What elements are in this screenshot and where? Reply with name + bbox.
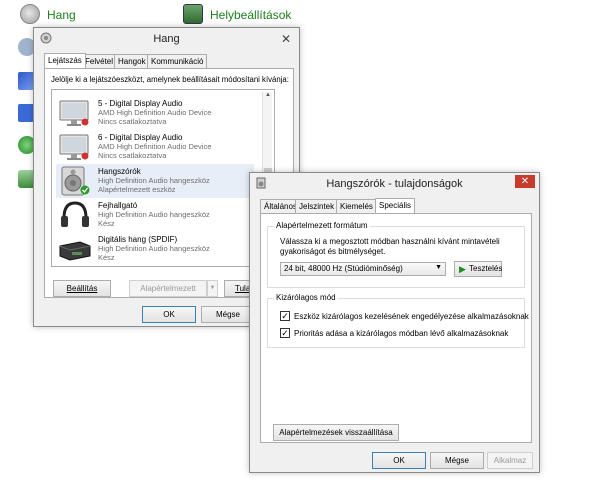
default-format-group: Alapértelmezett formátum Válassza ki a m… [267,221,525,288]
speaker-properties-dialog: Hangszórók - tulajdonságok ✕ Általános J… [249,172,540,473]
device-status: Alapértelmezett eszköz [98,185,176,194]
headphones-icon [61,201,89,227]
flag-icon[interactable] [18,72,34,90]
device-name: Fejhallgató [98,201,138,210]
region-icon[interactable] [183,4,203,24]
tab-enhancements[interactable]: Kiemelés [336,199,377,213]
properties-tabs: Általános Jelszintek Kiemelés Speciális [260,198,530,213]
device-row[interactable]: 5 - Digital Display Audio AMD High Defin… [56,96,254,130]
tab-recording[interactable]: Felvétel [81,54,118,68]
sound-tabs: Lejátszás Felvétel Hangok Kommunikáció [44,53,294,68]
sound-icon[interactable] [20,4,40,24]
device-driver: High Definition Audio hangeszköz [98,176,210,185]
exclusive-mode-legend: Kizárólagos mód [274,293,338,302]
configure-button[interactable]: Beállítás [53,280,111,297]
restore-defaults-button[interactable]: Alapértelmezések visszaállítása [273,424,399,441]
device-status: Nincs csatlakoztatva [98,117,167,126]
exclusive-control-checkbox[interactable]: ✓ [280,311,290,321]
monitor-icon [59,134,89,160]
exclusive-mode-group: Kizárólagos mód ✓ Eszköz kizárólagos kez… [267,293,529,348]
play-icon: ▶ [459,264,466,274]
device-driver: High Definition Audio hangeszköz [98,244,210,253]
tab-levels[interactable]: Jelszintek [295,199,339,213]
device-name: Digitális hang (SPDIF) [98,235,178,244]
exclusive-priority-checkbox[interactable]: ✓ [280,328,290,338]
tab-sounds[interactable]: Hangok [114,54,150,68]
instruction-text: Jelölje ki a lejátszóeszközt, amelynek b… [51,75,289,84]
network-icon[interactable] [18,104,34,122]
device-name: Hangszórók [98,167,141,176]
scroll-up-arrow-icon[interactable]: ▲ [263,92,273,100]
device-name: 6 - Digital Display Audio [98,133,183,142]
sound-dialog-titlebar[interactable]: Hang ✕ [34,28,299,50]
device-row[interactable]: Digitális hang (SPDIF) High Definition A… [56,232,254,266]
sound-dialog-title: Hang [153,33,180,45]
test-button-label: Tesztelés [469,264,503,273]
cancel-button[interactable]: Mégse [430,452,484,469]
advanced-panel: Alapértelmezett formátum Válassza ki a m… [260,213,532,443]
device-row[interactable]: Hangszórók High Definition Audio hangesz… [56,164,254,198]
properties-titlebar[interactable]: Hangszórók - tulajdonságok ✕ [250,173,539,195]
exclusive-priority-label: Prioritás adása a kizárólagos módban lév… [294,329,509,338]
close-button[interactable]: ✕ [515,175,535,188]
set-default-dropdown[interactable]: ▼ [207,280,218,297]
monitor-icon [59,100,89,126]
tab-advanced[interactable]: Speciális [375,198,416,213]
default-format-description: Válassza ki a megosztott módban használn… [280,237,500,256]
properties-dialog-title: Hangszórók - tulajdonságok [326,178,463,190]
device-row[interactable]: Fejhallgató High Definition Audio hanges… [56,198,254,232]
sample-rate-select[interactable]: 24 bit, 48000 Hz (Stúdióminőség) ▼ [280,262,446,276]
default-format-legend: Alapértelmezett formátum [274,221,370,230]
tab-communication[interactable]: Kommunikáció [147,54,208,68]
ok-button[interactable]: OK [372,452,426,469]
set-default-button[interactable]: Alapértelmezett [129,280,207,297]
device-list[interactable]: 5 - Digital Display Audio AMD High Defin… [51,89,275,267]
device-row[interactable]: 6 - Digital Display Audio AMD High Defin… [56,130,254,164]
sample-rate-value: 24 bit, 48000 Hz (Stúdióminőség) [284,264,403,273]
link-hang[interactable]: Hang [47,8,76,22]
tab-playback[interactable]: Lejátszás [44,53,86,68]
speaker-icon [61,166,90,196]
device-driver: AMD High Definition Audio Device [98,142,212,151]
chevron-down-icon: ▼ [435,264,442,271]
ok-button[interactable]: OK [142,306,196,323]
test-button[interactable]: ▶ Tesztelés [454,261,502,277]
link-region[interactable]: Helybeállítások [210,8,291,22]
device-driver: AMD High Definition Audio Device [98,108,212,117]
spdif-icon [59,241,91,261]
device-status: Kész [98,219,115,228]
cancel-button[interactable]: Mégse [201,306,255,323]
exclusive-control-label: Eszköz kizárólagos kezelésének engedélye… [294,312,529,321]
device-status: Kész [98,253,115,262]
device-driver: High Definition Audio hangeszköz [98,210,210,219]
apply-button[interactable]: Alkalmaz [487,452,533,469]
device-name: 5 - Digital Display Audio [98,99,183,108]
close-button[interactable]: ✕ [275,31,297,47]
device-status: Nincs csatlakoztatva [98,151,167,160]
